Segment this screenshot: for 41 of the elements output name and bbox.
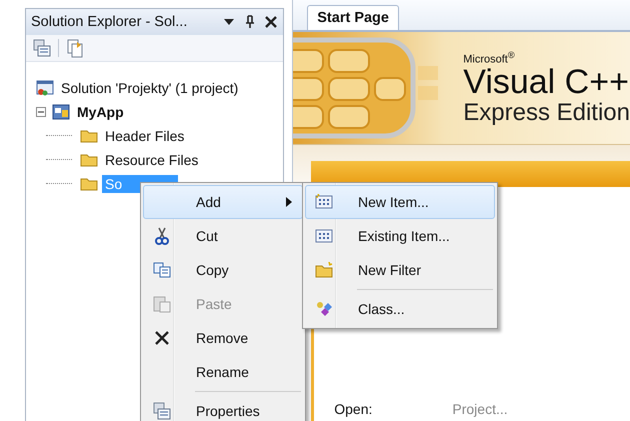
menu-item[interactable]: Rename [143,355,303,389]
submenu-arrow-icon [286,197,292,207]
menu-item[interactable]: Cut [143,219,303,253]
menu-item[interactable]: New Item... [305,185,495,219]
menu-item[interactable]: Remove [143,321,303,355]
menu-item[interactable]: Add [143,185,303,219]
edition-name: Express Edition [463,101,630,126]
menu-item[interactable]: Class... [305,292,495,326]
product-name: Visual C++ [463,65,630,100]
tree-item[interactable]: MyApp [74,103,127,121]
panel-title: Solution Explorer - Sol... [31,14,188,30]
scissors-icon [154,227,170,245]
tree-item[interactable]: Solution 'Projekty' (1 project) [58,79,242,97]
delete-icon [154,330,170,346]
folder-icon [80,177,98,191]
close-icon[interactable] [265,16,278,28]
folder-icon [80,153,98,167]
solution-icon [36,80,54,96]
collapse-icon[interactable] [36,107,46,117]
menu-item[interactable]: New Filter [305,253,495,287]
copy-icon [153,262,171,278]
tree-item[interactable]: Header Files [102,127,188,145]
menu-item[interactable]: Properties [143,394,303,421]
folder-icon [80,129,98,143]
project-icon [52,104,70,120]
dropdown-icon[interactable] [223,17,236,27]
document-tab[interactable]: Start Page [307,5,399,30]
new-item-icon [315,194,333,210]
menu-item[interactable]: Copy [143,253,303,287]
class-icon [315,300,333,318]
open-project-link[interactable]: Project... [452,401,508,417]
properties-icon[interactable] [32,38,52,58]
menu-item[interactable]: Existing Item... [305,219,495,253]
pin-icon[interactable] [245,15,256,29]
existing-item-icon [315,228,333,244]
paste-icon [153,295,171,313]
tree-item[interactable]: Resource Files [102,151,202,169]
show-all-files-icon[interactable] [65,38,85,58]
open-label: Open: [334,401,372,417]
folder-icon [315,262,333,278]
brand-label: Microsoft$^{®}$ [463,50,516,66]
